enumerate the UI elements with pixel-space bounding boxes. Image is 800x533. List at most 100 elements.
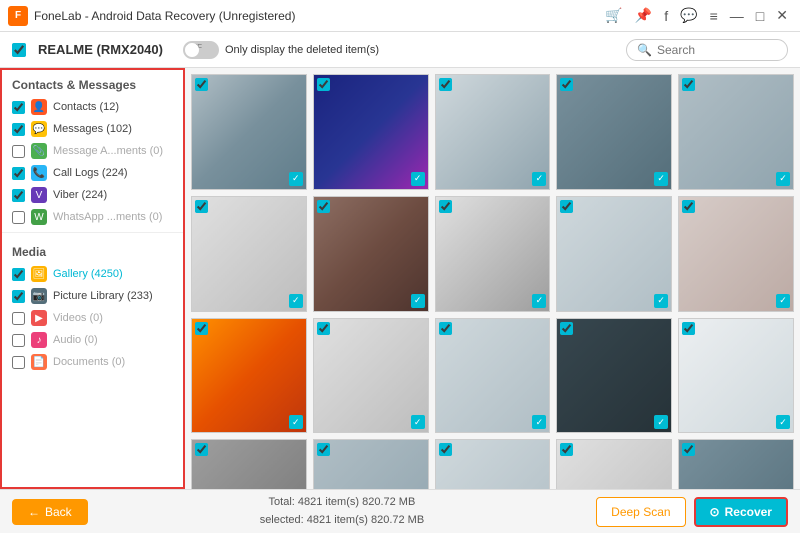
- menu-icon[interactable]: ≡: [706, 6, 722, 26]
- photo-checkbox-20[interactable]: [682, 443, 695, 456]
- photo-item-2[interactable]: ✓: [313, 74, 429, 190]
- photo-thumbnail: [314, 440, 428, 489]
- photo-item-15[interactable]: ✓: [678, 318, 794, 434]
- cart-icon[interactable]: 🛒: [601, 5, 626, 26]
- photo-item-17[interactable]: ✓: [313, 439, 429, 489]
- photo-checkbox-2[interactable]: [317, 78, 330, 91]
- sidebar-item-gallery[interactable]: 🖼 Gallery (4250): [2, 263, 183, 285]
- photo-item-14[interactable]: ✓: [556, 318, 672, 434]
- photo-checkbox-10[interactable]: [682, 200, 695, 213]
- sidebar-item-audio[interactable]: ♪ Audio (0): [2, 329, 183, 351]
- message-attachments-checkbox[interactable]: [12, 145, 25, 158]
- viber-icon: V: [31, 187, 47, 203]
- photo-checkbox-8[interactable]: [439, 200, 452, 213]
- photo-item-9[interactable]: ✓: [556, 196, 672, 312]
- whatsapp-checkbox[interactable]: [12, 211, 25, 224]
- photo-checkbox-3[interactable]: [439, 78, 452, 91]
- section-media: Media: [2, 237, 183, 263]
- back-button[interactable]: ← Back: [12, 499, 88, 525]
- device-checkbox[interactable]: [12, 43, 26, 57]
- toggle-description: Only display the deleted item(s): [225, 44, 379, 56]
- photo-checkbox-11[interactable]: [195, 322, 208, 335]
- sidebar-item-message-attachments[interactable]: 📎 Message A...ments (0): [2, 140, 183, 162]
- documents-checkbox[interactable]: [12, 356, 25, 369]
- photo-item-18[interactable]: ✓: [435, 439, 551, 489]
- sidebar-item-viber[interactable]: V Viber (224): [2, 184, 183, 206]
- photo-checkbox-15[interactable]: [682, 322, 695, 335]
- sidebar-item-picture-library[interactable]: 📷 Picture Library (233): [2, 285, 183, 307]
- main-content: Contacts & Messages 👤 Contacts (12) 💬 Me…: [0, 68, 800, 489]
- photo-item-20[interactable]: ✓: [678, 439, 794, 489]
- photo-item-19[interactable]: ✓: [556, 439, 672, 489]
- close-icon[interactable]: ✕: [772, 5, 792, 26]
- sidebar-divider: [2, 232, 183, 233]
- sidebar-item-call-logs[interactable]: 📞 Call Logs (224): [2, 162, 183, 184]
- photo-item-7[interactable]: ✓: [313, 196, 429, 312]
- maximize-icon[interactable]: □: [752, 6, 768, 26]
- photo-item-11[interactable]: ✓: [191, 318, 307, 434]
- photo-checkbox-13[interactable]: [439, 322, 452, 335]
- search-box[interactable]: 🔍: [626, 39, 788, 61]
- photo-area[interactable]: ✓✓✓✓✓✓✓✓✓✓✓✓✓✓✓✓✓✓✓✓: [185, 68, 800, 489]
- photo-checkbox-7[interactable]: [317, 200, 330, 213]
- search-input[interactable]: [657, 43, 777, 57]
- messages-checkbox[interactable]: [12, 123, 25, 136]
- sidebar-item-messages[interactable]: 💬 Messages (102): [2, 118, 183, 140]
- minimize-icon[interactable]: —: [726, 6, 748, 26]
- audio-checkbox[interactable]: [12, 334, 25, 347]
- back-icon: ←: [28, 505, 40, 519]
- sidebar-item-contacts[interactable]: 👤 Contacts (12): [2, 96, 183, 118]
- photo-check-indicator: ✓: [289, 294, 303, 308]
- device-name: REALME (RMX2040): [38, 42, 163, 57]
- photo-item-13[interactable]: ✓: [435, 318, 551, 434]
- call-logs-checkbox[interactable]: [12, 167, 25, 180]
- photo-checkbox-5[interactable]: [682, 78, 695, 91]
- viber-checkbox[interactable]: [12, 189, 25, 202]
- photo-item-3[interactable]: ✓: [435, 74, 551, 190]
- gallery-label: Gallery (4250): [53, 268, 123, 280]
- picture-library-checkbox[interactable]: [12, 290, 25, 303]
- section-contacts-messages: Contacts & Messages: [2, 70, 183, 96]
- gallery-checkbox[interactable]: [12, 268, 25, 281]
- audio-icon: ♪: [31, 332, 47, 348]
- photo-checkbox-14[interactable]: [560, 322, 573, 335]
- messages-label: Messages (102): [53, 123, 132, 135]
- photo-item-12[interactable]: ✓: [313, 318, 429, 434]
- videos-icon: ▶: [31, 310, 47, 326]
- photo-checkbox-18[interactable]: [439, 443, 452, 456]
- photo-checkbox-9[interactable]: [560, 200, 573, 213]
- status-text: Total: 4821 item(s) 820.72 MB selected: …: [260, 494, 424, 529]
- videos-checkbox[interactable]: [12, 312, 25, 325]
- recover-icon: ⊙: [710, 505, 720, 519]
- photo-checkbox-17[interactable]: [317, 443, 330, 456]
- photo-item-5[interactable]: ✓: [678, 74, 794, 190]
- messages-icon: 💬: [31, 121, 47, 137]
- photo-checkbox-6[interactable]: [195, 200, 208, 213]
- photo-checkbox-19[interactable]: [560, 443, 573, 456]
- photo-item-10[interactable]: ✓: [678, 196, 794, 312]
- facebook-icon[interactable]: f: [660, 6, 672, 26]
- photo-checkbox-16[interactable]: [195, 443, 208, 456]
- photo-check-indicator: ✓: [532, 415, 546, 429]
- photo-item-6[interactable]: ✓: [191, 196, 307, 312]
- sidebar-item-whatsapp[interactable]: W WhatsApp ...ments (0): [2, 206, 183, 228]
- photo-checkbox-1[interactable]: [195, 78, 208, 91]
- sidebar-item-videos[interactable]: ▶ Videos (0): [2, 307, 183, 329]
- photo-checkbox-12[interactable]: [317, 322, 330, 335]
- pin-icon[interactable]: 📌: [631, 5, 656, 26]
- contacts-checkbox[interactable]: [12, 101, 25, 114]
- photo-checkbox-4[interactable]: [560, 78, 573, 91]
- photo-grid: ✓✓✓✓✓✓✓✓✓✓✓✓✓✓✓✓✓✓✓✓: [191, 74, 794, 489]
- photo-item-4[interactable]: ✓: [556, 74, 672, 190]
- sidebar-item-documents[interactable]: 📄 Documents (0): [2, 351, 183, 373]
- deep-scan-button[interactable]: Deep Scan: [596, 497, 685, 527]
- viber-label: Viber (224): [53, 189, 107, 201]
- photo-item-1[interactable]: ✓: [191, 74, 307, 190]
- photo-item-8[interactable]: ✓: [435, 196, 551, 312]
- chat-icon[interactable]: 💬: [676, 5, 701, 26]
- deleted-toggle[interactable]: OFF: [183, 41, 219, 59]
- picture-library-icon: 📷: [31, 288, 47, 304]
- recover-button[interactable]: ⊙ Recover: [694, 497, 788, 527]
- photo-check-indicator: ✓: [776, 415, 790, 429]
- photo-item-16[interactable]: ✓: [191, 439, 307, 489]
